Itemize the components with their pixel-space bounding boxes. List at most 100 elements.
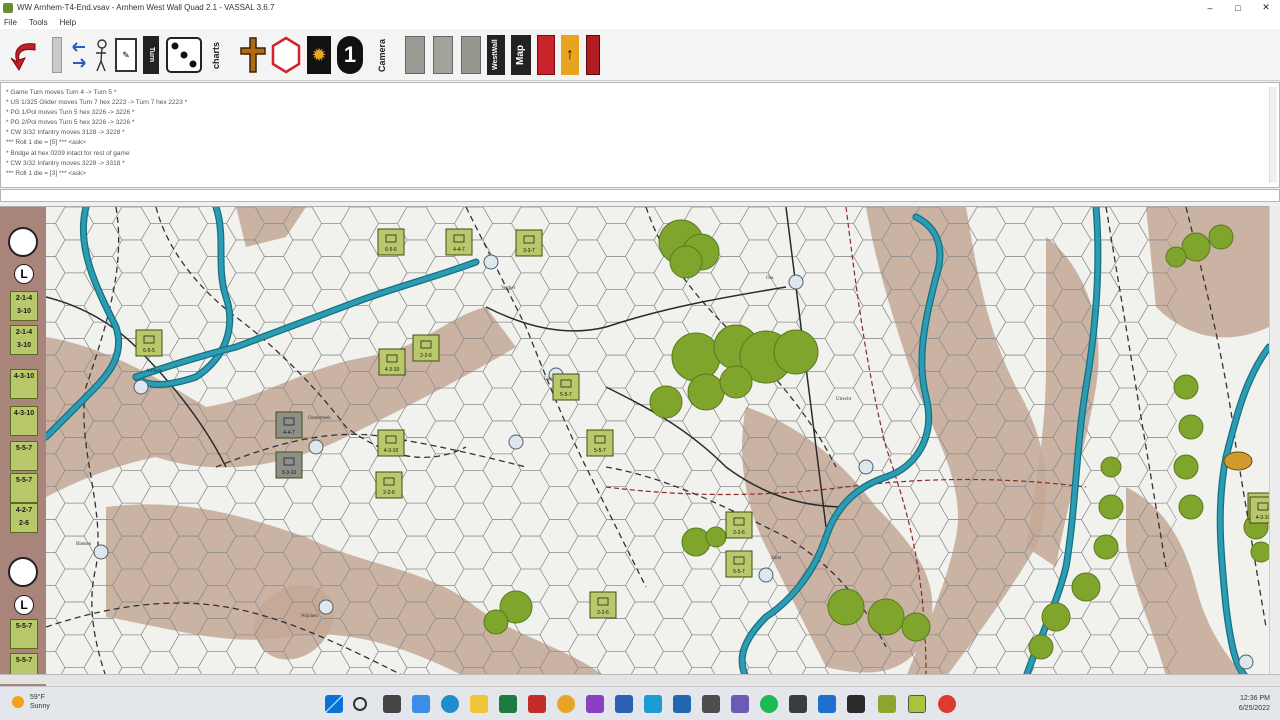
unit-counter[interactable]: 2-2-6 bbox=[589, 591, 617, 619]
unit-counter[interactable]: 4-4-7 bbox=[275, 411, 303, 439]
unit-counter[interactable]: 2-2-6 bbox=[375, 471, 403, 499]
counter-bottom-value: 5-5-7 bbox=[15, 445, 33, 452]
up-arrow-button[interactable]: ↑ bbox=[560, 34, 580, 76]
chat-line: * US 1/325 Glider moves Turn 7 hex 2223 … bbox=[6, 99, 188, 107]
system-clock[interactable]: 12:36 PM 6/25/2022 bbox=[1239, 694, 1270, 714]
weather-widget[interactable]: 59°F Sunny bbox=[12, 693, 50, 711]
map-button[interactable]: Map bbox=[510, 34, 532, 76]
leader-marker[interactable]: L bbox=[14, 264, 34, 284]
edge-icon[interactable] bbox=[441, 695, 459, 713]
menu-tools[interactable]: Tools bbox=[29, 18, 48, 27]
sidebar-counter[interactable]: 4-3-10 bbox=[10, 406, 38, 436]
chat-scrollbar[interactable] bbox=[1269, 87, 1277, 183]
cross-button[interactable] bbox=[238, 34, 268, 76]
town-label: Arnhem bbox=[146, 369, 162, 374]
menu-help[interactable]: Help bbox=[60, 18, 76, 27]
onenote-icon[interactable] bbox=[586, 695, 604, 713]
sidebar-counter[interactable]: 4-3-10 bbox=[10, 369, 38, 399]
calculator-icon[interactable] bbox=[702, 695, 720, 713]
counter-value: 2-2-6 bbox=[420, 353, 432, 359]
search-icon[interactable] bbox=[353, 697, 367, 711]
hex-map[interactable]: ArnhemOosterbeekVeghelUdenOssZeistRhenen… bbox=[46, 207, 1269, 677]
undo-button[interactable] bbox=[4, 34, 44, 76]
unit-counter[interactable]: 6-5-6 bbox=[377, 228, 405, 256]
counter-value: 4-3-10 bbox=[384, 448, 399, 454]
soldier-icon bbox=[461, 36, 481, 74]
sidebar-counter[interactable]: 5-5-7 bbox=[10, 473, 38, 503]
windows-start-icon[interactable] bbox=[325, 695, 343, 713]
spotify-icon[interactable] bbox=[760, 695, 778, 713]
turn-track-button[interactable]: Turn bbox=[142, 34, 160, 76]
soldier-button-2[interactable] bbox=[432, 34, 454, 76]
chat-input[interactable] bbox=[0, 189, 1280, 202]
file-explorer-icon[interactable] bbox=[470, 695, 488, 713]
leader-eagle-icon[interactable] bbox=[8, 557, 38, 587]
unit-counter[interactable]: 6-5-5 bbox=[135, 329, 163, 357]
dice-button[interactable] bbox=[164, 34, 204, 76]
forest-patch bbox=[1071, 572, 1101, 602]
soldier-button-1[interactable] bbox=[404, 34, 426, 76]
unit-counter[interactable]: 4-4-7 bbox=[445, 228, 473, 256]
unit-counter[interactable]: 2-2-6 bbox=[725, 511, 753, 539]
red-stripe-button[interactable] bbox=[584, 34, 602, 76]
leader-eagle-icon[interactable] bbox=[8, 227, 38, 257]
unit-counter[interactable]: 5-5-7 bbox=[586, 429, 614, 457]
widgets-icon[interactable] bbox=[412, 695, 430, 713]
westwall-button[interactable]: WestWall bbox=[486, 34, 506, 76]
leader-marker[interactable]: L bbox=[14, 595, 34, 615]
excel-icon[interactable] bbox=[499, 695, 517, 713]
obs-icon[interactable] bbox=[938, 695, 956, 713]
town-label: Wijchen bbox=[301, 614, 318, 619]
sidebar-counter[interactable]: 2-1-4 3-10 bbox=[10, 325, 38, 355]
move-arrows-button[interactable] bbox=[68, 34, 90, 76]
unit-counter[interactable]: 3-3-10 bbox=[275, 451, 303, 479]
figure-button[interactable] bbox=[90, 34, 112, 76]
red-card-button[interactable] bbox=[536, 34, 556, 76]
unit-counter[interactable]: 4-3-10 bbox=[1249, 496, 1269, 524]
westwall-label: WestWall bbox=[487, 35, 505, 75]
hex-button[interactable] bbox=[270, 34, 302, 76]
unit-counter[interactable]: 2-2-6 bbox=[412, 334, 440, 362]
map-window[interactable]: L 2-1-4 3-10 2-1-4 3-10 4-3-10 4-3-10 5-5-7 5-5… bbox=[0, 206, 1280, 686]
number-marker: 1 bbox=[337, 36, 363, 74]
clock-date: 6/25/2022 bbox=[1238, 705, 1270, 712]
word-icon[interactable] bbox=[615, 695, 633, 713]
outlook-icon[interactable] bbox=[673, 695, 691, 713]
map-vertical-scrollbar[interactable] bbox=[1269, 206, 1280, 676]
notes-button[interactable]: ✎ bbox=[114, 34, 138, 76]
sidebar-counter[interactable]: 4-2-7 2-6 bbox=[10, 503, 38, 533]
maximize-button[interactable]: □ bbox=[1224, 0, 1252, 15]
leaf-button[interactable]: ✹ bbox=[306, 34, 332, 76]
media-icon[interactable] bbox=[847, 695, 865, 713]
vassal-icon[interactable] bbox=[878, 695, 896, 713]
teams-icon[interactable] bbox=[731, 695, 749, 713]
sidebar-counter[interactable]: 5-5-7 bbox=[10, 441, 38, 471]
task-view-icon[interactable] bbox=[383, 695, 401, 713]
snip-tool-icon[interactable] bbox=[644, 695, 662, 713]
menu-file[interactable]: File bbox=[4, 18, 17, 27]
unit-counter[interactable]: 5-5-7 bbox=[552, 373, 580, 401]
minimize-button[interactable]: – bbox=[1196, 0, 1224, 15]
acrobat-icon[interactable] bbox=[528, 695, 546, 713]
photos-icon[interactable] bbox=[818, 695, 836, 713]
close-button[interactable]: ✕ bbox=[1252, 0, 1280, 15]
counter-value: 6-5-6 bbox=[385, 247, 397, 253]
charts-button[interactable]: charts bbox=[210, 34, 234, 76]
number-marker-button[interactable]: 1 bbox=[336, 34, 364, 76]
map-horizontal-scrollbar[interactable] bbox=[0, 674, 1280, 684]
unit-counter[interactable]: 4-3-10 bbox=[378, 348, 406, 376]
sidebar-counter[interactable]: 2-1-4 3-10 bbox=[10, 291, 38, 321]
weather-condition: Sunny bbox=[30, 703, 50, 710]
vassal-active-icon[interactable] bbox=[908, 695, 926, 713]
town-label: Oss bbox=[766, 276, 774, 281]
step-button[interactable] bbox=[50, 34, 64, 76]
soldier-button-3[interactable] bbox=[460, 34, 482, 76]
unit-counter[interactable]: 3-3-7 bbox=[515, 229, 543, 257]
sidebar-counter[interactable]: 5-5-7 bbox=[10, 619, 38, 649]
chrome-icon[interactable] bbox=[557, 695, 575, 713]
settings-icon[interactable] bbox=[789, 695, 807, 713]
camera-button[interactable]: Camera bbox=[376, 34, 396, 76]
chat-line: * PG 1/Pol moves Turn 5 hex 3226 -> 3226… bbox=[6, 109, 135, 117]
unit-counter[interactable]: 4-3-10 bbox=[377, 429, 405, 457]
unit-counter[interactable]: 5-5-7 bbox=[725, 550, 753, 578]
